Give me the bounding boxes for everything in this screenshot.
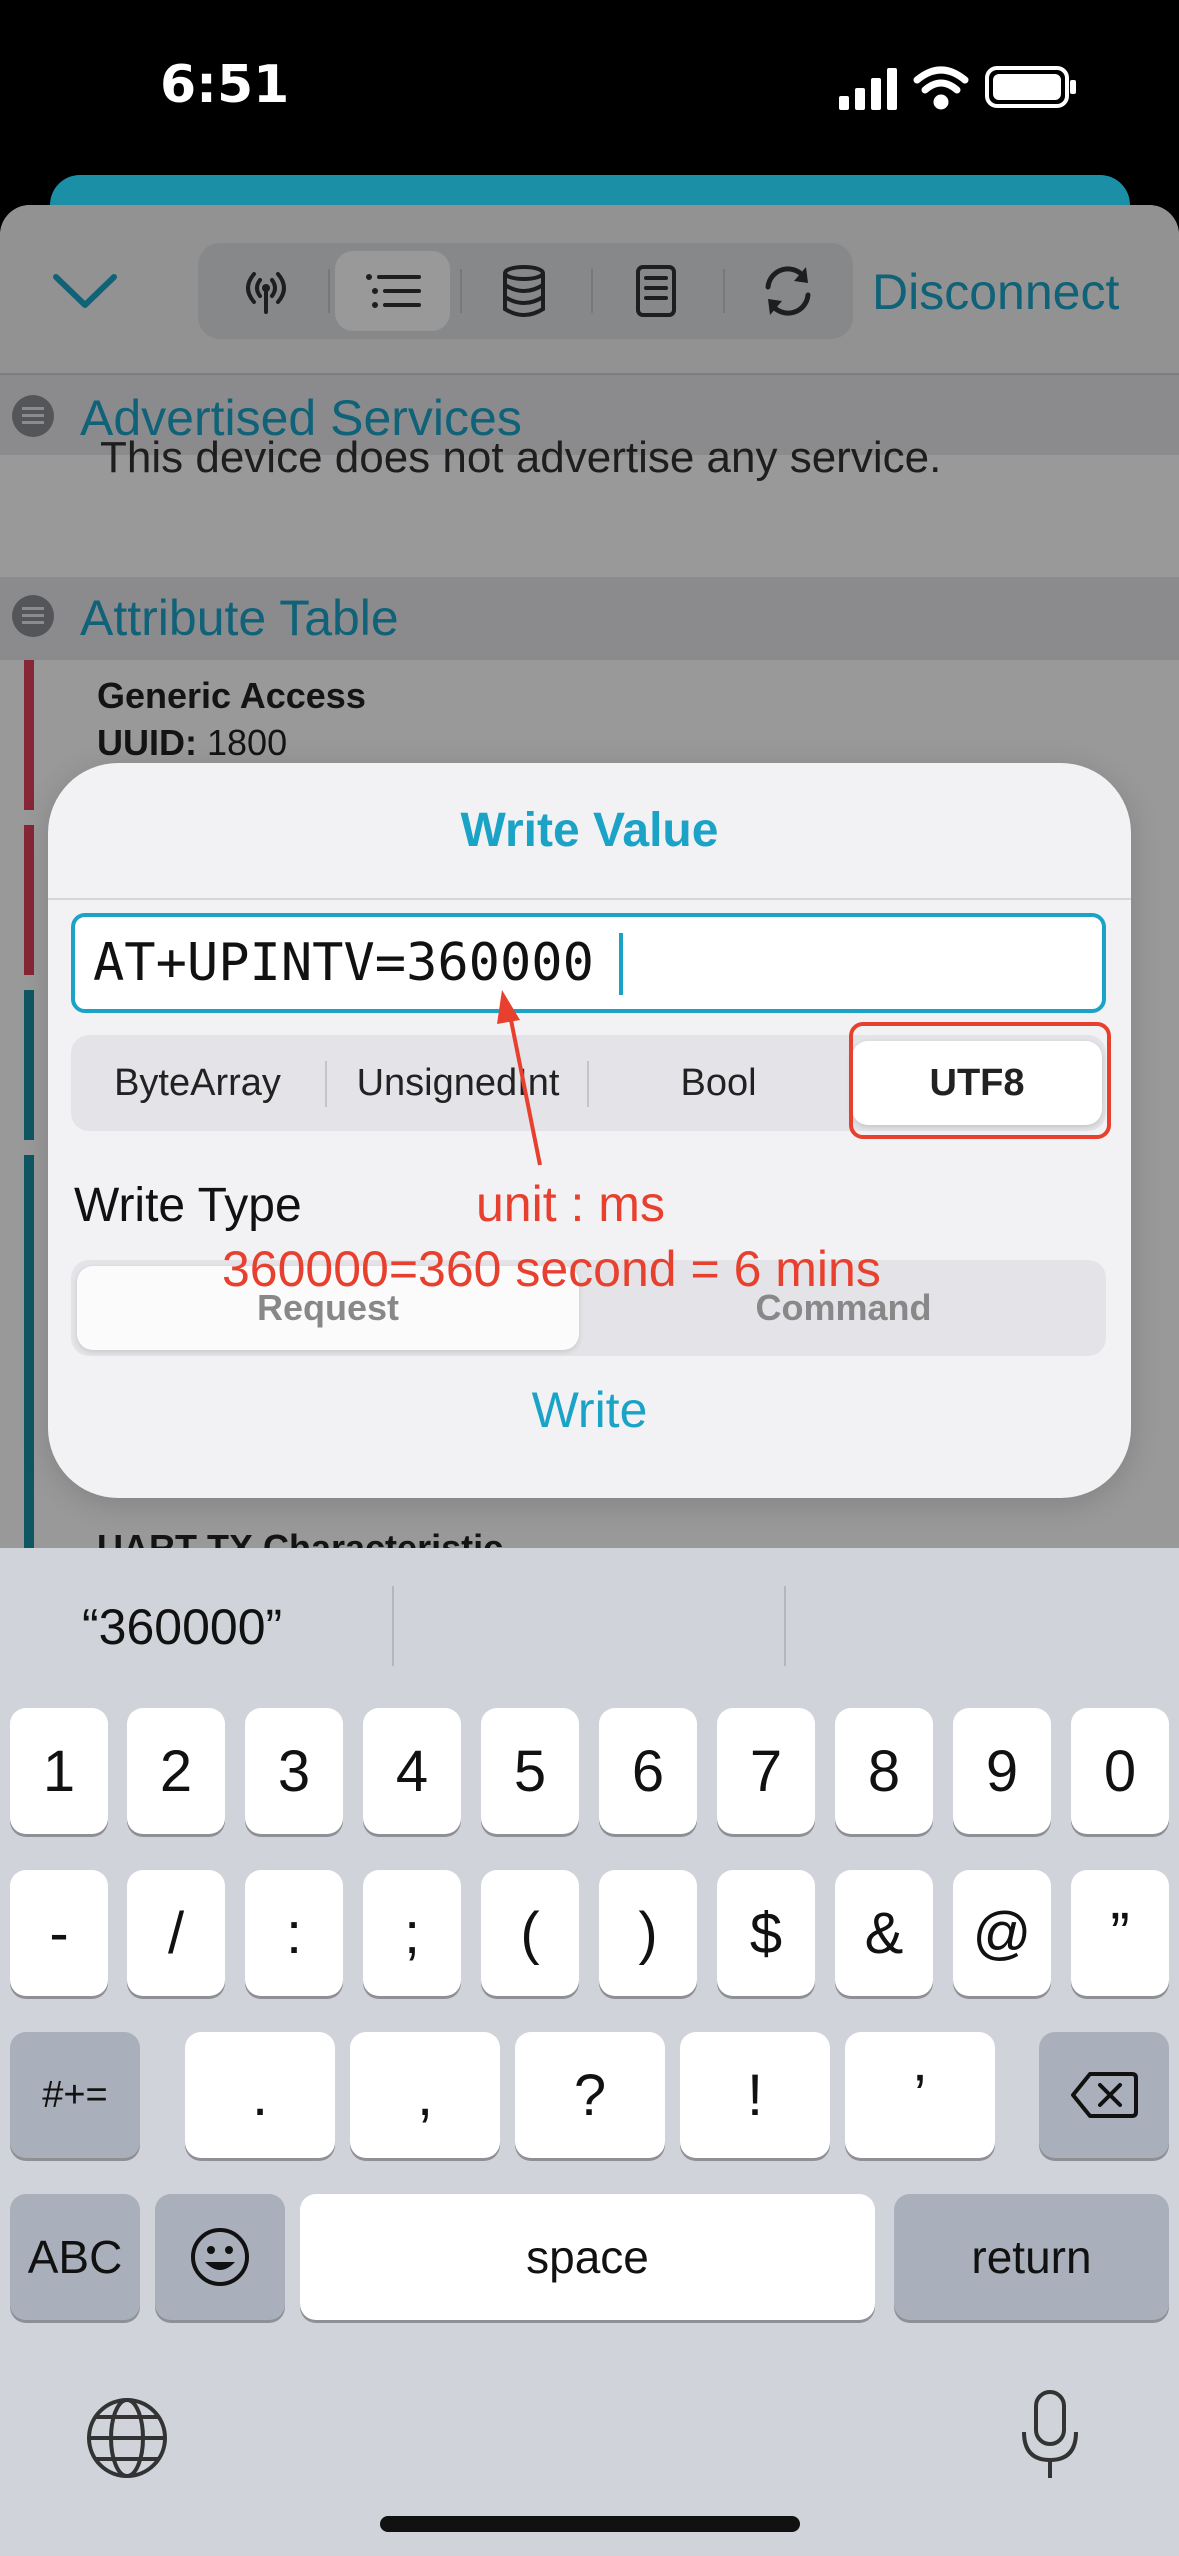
key-hyphen[interactable]: -	[10, 1870, 108, 1996]
key-8[interactable]: 8	[835, 1708, 933, 1834]
status-bar: 6:51	[0, 0, 1179, 170]
prediction-bar: “360000”	[0, 1548, 1179, 1698]
key-dollar[interactable]: $	[717, 1870, 815, 1996]
key-slash[interactable]: /	[127, 1870, 225, 1996]
key-3[interactable]: 3	[245, 1708, 343, 1834]
key-exclamation[interactable]: !	[680, 2032, 830, 2158]
key-5[interactable]: 5	[481, 1708, 579, 1834]
key-apostrophe[interactable]: ’	[845, 2032, 995, 2158]
value-input[interactable]	[71, 913, 1106, 1013]
backspace-icon	[1071, 2072, 1138, 2118]
prediction-suggestion[interactable]: “360000”	[82, 1598, 282, 1656]
key-semicolon[interactable]: ;	[363, 1870, 461, 1996]
microphone-icon[interactable]	[1010, 2386, 1090, 2486]
annotation-unit: unit : ms	[476, 1176, 665, 1232]
write-button[interactable]: Write	[48, 1381, 1131, 1439]
type-bool[interactable]: Bool	[591, 1041, 846, 1125]
key-9[interactable]: 9	[953, 1708, 1051, 1834]
divider	[48, 898, 1131, 900]
write-value-dialog: Write Value ByteArray UnsignedInt Bool U…	[48, 763, 1131, 1498]
write-type-label: Write Type	[74, 1179, 302, 1232]
key-2[interactable]: 2	[127, 1708, 225, 1834]
key-7[interactable]: 7	[717, 1708, 815, 1834]
annotation-highlight-box	[849, 1022, 1111, 1139]
key-abc[interactable]: ABC	[10, 2194, 140, 2320]
key-6[interactable]: 6	[599, 1708, 697, 1834]
cellular-signal-icon	[839, 68, 897, 110]
annotation-calculation: 360000=360 second = 6 mins	[222, 1241, 881, 1297]
type-bytearray[interactable]: ByteArray	[75, 1041, 320, 1125]
dialog-title: Write Value	[460, 804, 719, 857]
globe-icon[interactable]	[82, 2393, 172, 2483]
key-open-paren[interactable]: (	[481, 1870, 579, 1996]
key-0[interactable]: 0	[1071, 1708, 1169, 1834]
key-period[interactable]: .	[185, 2032, 335, 2158]
key-4[interactable]: 4	[363, 1708, 461, 1834]
text-caret	[619, 933, 623, 995]
return-key[interactable]: return	[894, 2194, 1169, 2320]
key-question[interactable]: ?	[515, 2032, 665, 2158]
key-at[interactable]: @	[953, 1870, 1051, 1996]
battery-icon	[985, 66, 1076, 108]
key-ampersand[interactable]: &	[835, 1870, 933, 1996]
keyboard: “360000” 1 2 3 4 5 6 7 8 9 0 - / : ; ( )…	[0, 1548, 1179, 2556]
wifi-icon	[913, 66, 969, 110]
delete-key[interactable]	[1039, 2032, 1169, 2158]
space-key[interactable]: space	[300, 2194, 875, 2320]
home-indicator[interactable]	[380, 2516, 800, 2532]
type-unsignedint[interactable]: UnsignedInt	[329, 1041, 587, 1125]
emoji-icon	[191, 2228, 249, 2286]
key-colon[interactable]: :	[245, 1870, 343, 1996]
key-close-paren[interactable]: )	[599, 1870, 697, 1996]
emoji-key[interactable]	[155, 2194, 285, 2320]
key-quote[interactable]: ”	[1071, 1870, 1169, 1996]
status-icons	[839, 66, 1076, 110]
status-time: 6:51	[160, 55, 290, 115]
key-symbols-toggle[interactable]: #+=	[10, 2032, 140, 2158]
key-comma[interactable]: ,	[350, 2032, 500, 2158]
key-1[interactable]: 1	[10, 1708, 108, 1834]
